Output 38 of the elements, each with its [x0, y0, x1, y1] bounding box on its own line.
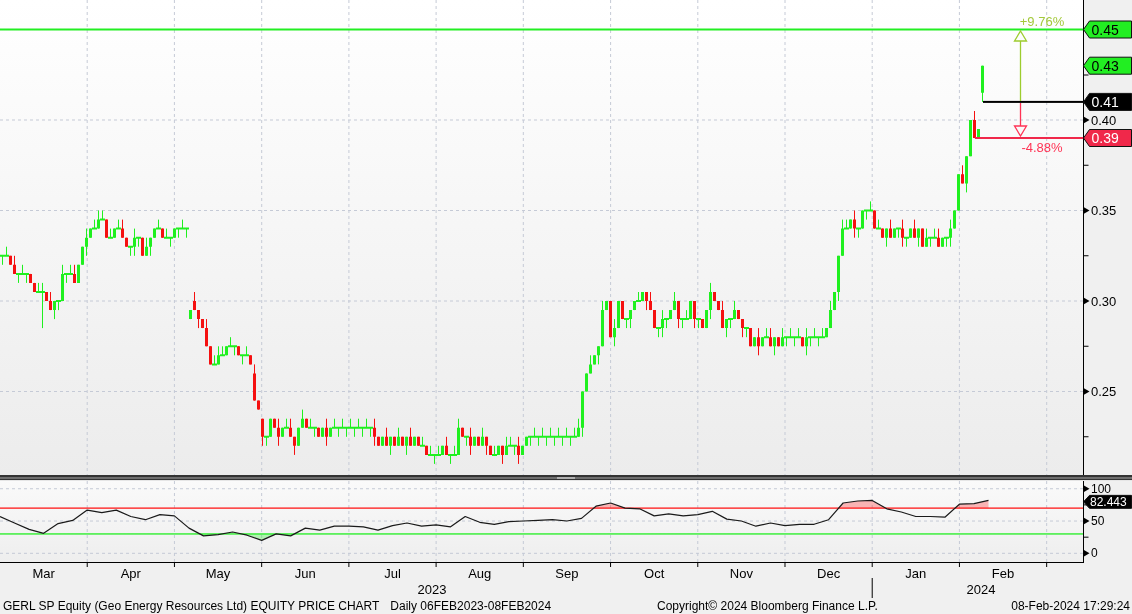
month-label: May: [205, 565, 231, 581]
overbought-shading: [955, 500, 989, 509]
y-tick-label: 0: [1091, 546, 1098, 561]
y-tick-label: 50: [1091, 514, 1105, 529]
change-label: +9.76%: [1019, 13, 1065, 29]
price-axis-label: 0.40: [1083, 112, 1117, 128]
month-label: Oct: [644, 565, 665, 581]
price-tag: 0.43: [1083, 56, 1132, 75]
rsi-axis-label: 100: [1083, 481, 1112, 496]
y-tick-label: 100: [1091, 481, 1112, 496]
rsi-axis-label: 50: [1083, 514, 1105, 529]
price-tag: 0.45: [1083, 20, 1132, 39]
year-label: 2024: [966, 582, 996, 598]
month-label: Jan: [905, 565, 927, 581]
rsi-value-tag: 82.443: [1083, 494, 1132, 510]
month-label: Aug: [468, 565, 492, 581]
month-label: Sep: [555, 565, 579, 581]
timestamp-text: 08-Feb-2024 17:29:24: [1011, 598, 1131, 614]
change-label: -4.88%: [1021, 139, 1063, 155]
year-label: 2023: [417, 582, 447, 598]
month-label: Jun: [294, 565, 316, 581]
price-tag: 0.39: [1083, 129, 1132, 147]
down-arrow: [1013, 102, 1028, 138]
month-label: Feb: [991, 565, 1015, 581]
copyright-text: Copyright© 2024 Bloomberg Finance L.P.: [657, 598, 878, 614]
price-tag: 0.41: [1083, 92, 1132, 111]
price-axis-label: 0.30: [1083, 293, 1117, 309]
chart-period: Daily 06FEB2023-08FEB2024: [390, 598, 552, 614]
splitter-handle[interactable]: [557, 476, 575, 479]
chart-title: GERL SP Equity (Geo Energy Resources Ltd) EQUITY PRICE CHART: [3, 598, 380, 614]
price-axis-label: 0.35: [1083, 203, 1117, 218]
price-axis-label: 0.25: [1083, 384, 1117, 399]
month-label: Apr: [120, 565, 141, 581]
month-label: Nov: [729, 565, 753, 581]
month-label: Jul: [384, 565, 401, 581]
month-label: Dec: [817, 565, 841, 581]
rsi-axis-label: 0: [1083, 546, 1098, 561]
month-label: Mar: [32, 565, 55, 581]
